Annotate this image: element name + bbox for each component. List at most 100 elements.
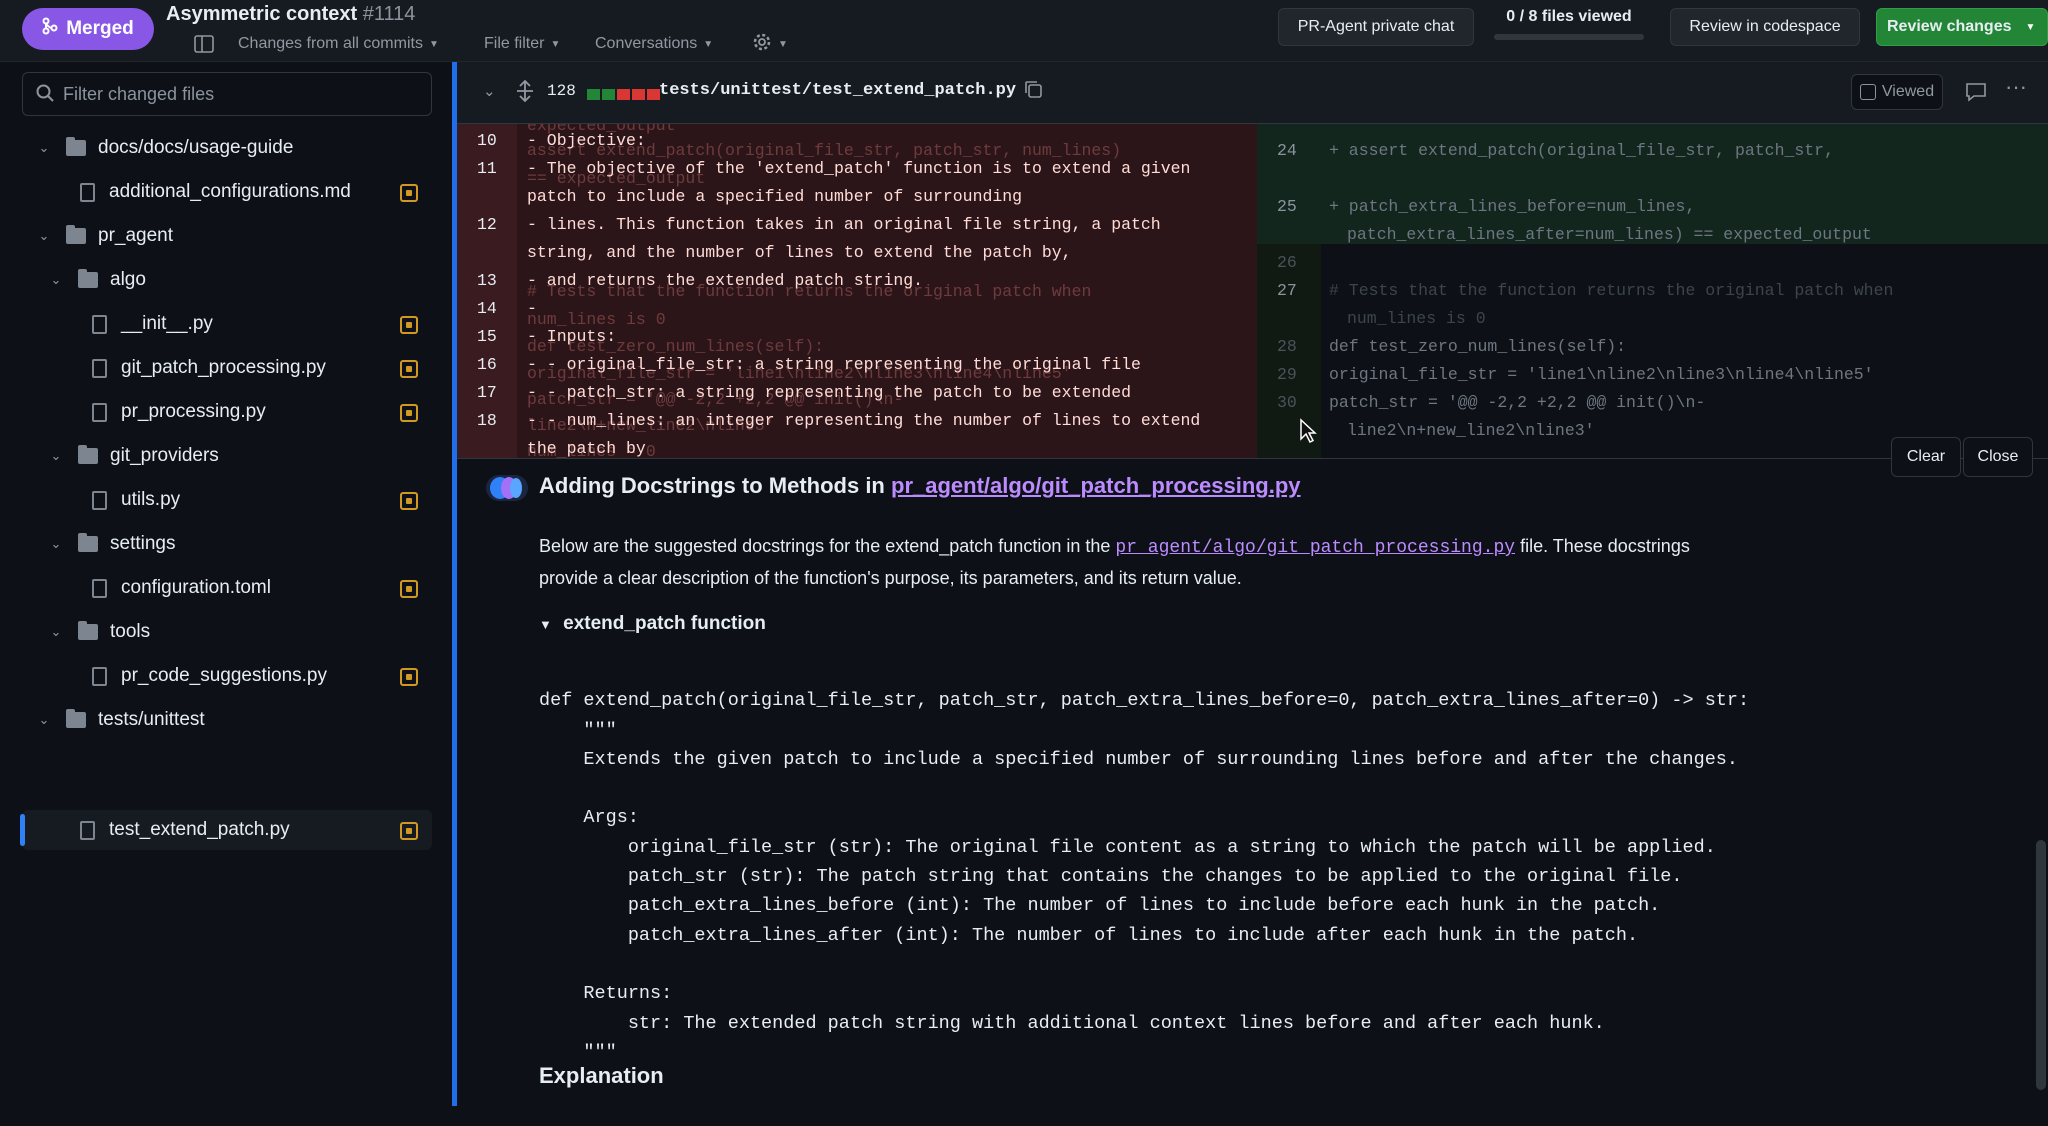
chevron-down-icon: ⌄ [50,536,62,551]
conversations-label: Conversations [595,35,698,52]
changes-dropdown[interactable]: Changes from all commits ▼ [238,32,439,56]
line-number[interactable]: 13 [477,271,497,290]
review-changes-label: Review changes [1887,18,2012,35]
tree-file-git-patch-processing[interactable]: git_patch_processing.py [92,348,326,388]
pr-agent-panel: Clear Close Adding Docstrings to Methods… [457,437,2048,1106]
files-viewed-text: 0 / 8 files viewed [1506,8,1632,25]
line-number[interactable]: 28 [1277,337,1297,356]
line-number[interactable]: 27 [1277,281,1297,300]
line-number[interactable]: 29 [1277,365,1297,384]
tree-file-pr-code-suggestions[interactable]: pr_code_suggestions.py [92,656,327,696]
search-icon [35,83,55,108]
line-number[interactable]: 10 [477,131,497,150]
file-icon [92,402,107,422]
code-line: Args: [539,807,639,829]
folder-icon [78,621,98,640]
tree-folder-tests-unittest[interactable]: ⌄ tests/unittest [34,700,205,740]
tree-label: docs/docs/usage-guide [98,137,294,158]
triangle-down-icon: ▼ [539,617,552,632]
viewed-checkbox[interactable]: Viewed [1851,74,1943,110]
diff-line-removed: patch to include a specified number of s… [527,187,1023,206]
panel-scrollbar[interactable] [2036,840,2046,1090]
tree-label: additional_configurations.md [109,181,351,202]
diff-line-added: patch_extra_lines_after=num_lines) == ex… [1347,225,1872,244]
intro-text: provide a clear description of the funct… [539,568,1242,588]
settings-dropdown[interactable]: ▼ [752,32,788,56]
filter-files-input[interactable]: Filter changed files [22,72,432,116]
tree-file-test-extend-patch[interactable]: test_extend_patch.py [80,810,290,850]
file-filter-label: File filter [484,35,545,52]
line-number[interactable]: 11 [477,159,497,178]
tree-file-utils[interactable]: utils.py [92,480,180,520]
code-line: Returns: [539,983,673,1005]
changes-dropdown-label: Changes from all commits [238,35,423,52]
tree-label: configuration.toml [121,577,271,598]
tree-label: git_patch_processing.py [121,357,326,378]
tree-label: test_extend_patch.py [109,819,290,840]
conversations-dropdown[interactable]: Conversations ▼ [595,32,713,56]
filter-placeholder: Filter changed files [63,83,215,104]
tree-file-pr-processing[interactable]: pr_processing.py [92,392,266,432]
modified-icon [400,580,418,598]
files-viewed-bar [1494,34,1644,40]
details-toggle[interactable]: ▼ extend_patch function [539,613,766,635]
comment-icon[interactable] [1965,82,1987,107]
folder-icon [66,137,86,156]
more-options-icon[interactable]: ··· [2005,74,2027,100]
tree-folder-pr-agent[interactable]: ⌄ pr_agent [34,216,173,256]
tree-folder-git-providers[interactable]: ⌄ git_providers [46,436,219,476]
chevron-down-icon: ⌄ [50,624,62,639]
tree-folder-settings[interactable]: ⌄ settings [46,524,175,564]
diff-line-removed: - lines. This function takes in an origi… [527,215,1161,234]
line-number[interactable]: 14 [477,299,497,318]
file-icon [92,666,107,686]
chevron-down-icon: ⌄ [38,712,50,727]
diff-line-context: patch_str = '@@ -2,2 +2,2 @@ init()\n- [1329,393,1706,412]
copy-icon[interactable] [1023,79,1043,104]
code-line: """ [539,719,617,741]
diff-line-removed: the patch by [527,439,646,458]
details-label: extend_patch function [563,613,766,634]
tree-folder-tools[interactable]: ⌄ tools [46,612,150,652]
file-icon [92,358,107,378]
tree-folder-algo[interactable]: ⌄ algo [46,260,146,300]
tree-file-additional-configurations[interactable]: additional_configurations.md [80,172,351,212]
file-path[interactable]: tests/unittest/test_extend_patch.py [659,81,1016,100]
line-number[interactable]: 17 [477,383,497,402]
file-filter-dropdown[interactable]: File filter ▼ [484,32,560,56]
viewed-label: Viewed [1881,83,1935,100]
intro-text: file. These docstrings [1520,536,1690,556]
clear-button[interactable]: Clear [1891,437,1961,477]
file-icon [92,314,107,334]
line-number[interactable]: 12 [477,215,497,234]
close-button[interactable]: Close [1963,437,2033,477]
review-changes-button[interactable]: Review changes ▼ [1876,8,2048,46]
tree-file-configuration[interactable]: configuration.toml [92,568,271,608]
panel-title-text: Adding Docstrings to Methods in [539,473,885,498]
line-number[interactable]: 30 [1277,393,1297,412]
line-number[interactable]: 24 [1277,141,1297,160]
review-in-codespace-button[interactable]: Review in codespace [1670,8,1860,46]
code-line: def extend_patch(original_file_str, patc… [539,690,1750,712]
line-number[interactable]: 18 [477,411,497,430]
tree-file-init[interactable]: __init__.py [92,304,213,344]
collapse-chevron-icon[interactable]: ⌄ [483,82,496,100]
file-tree-sidebar: Filter changed files ⌄ docs/docs/usage-gu… [0,62,452,1106]
line-number[interactable]: 25 [1277,197,1297,216]
tree-folder-docs[interactable]: ⌄ docs/docs/usage-guide [34,128,293,168]
line-number[interactable]: 16 [477,355,497,374]
sidebar-toggle-icon[interactable] [194,32,214,56]
diffstat-bar [587,87,662,105]
panel-title-link[interactable]: pr_agent/algo/git_patch_processing.py [891,473,1301,498]
diff-line-removed: - [527,299,537,318]
intro-link[interactable]: pr_agent/algo/git_patch_processing.py [1115,538,1515,558]
folder-icon [66,709,86,728]
line-number[interactable]: 26 [1277,253,1297,272]
explanation-heading: Explanation [539,1063,664,1088]
pr-agent-chat-button[interactable]: PR-Agent private chat [1278,8,1474,46]
chevron-down-icon: ⌄ [50,272,62,287]
diff-line-removed: - Inputs: [527,327,617,346]
pr-number: #1114 [362,3,416,25]
expand-icon[interactable] [515,79,535,107]
line-number[interactable]: 15 [477,327,497,346]
